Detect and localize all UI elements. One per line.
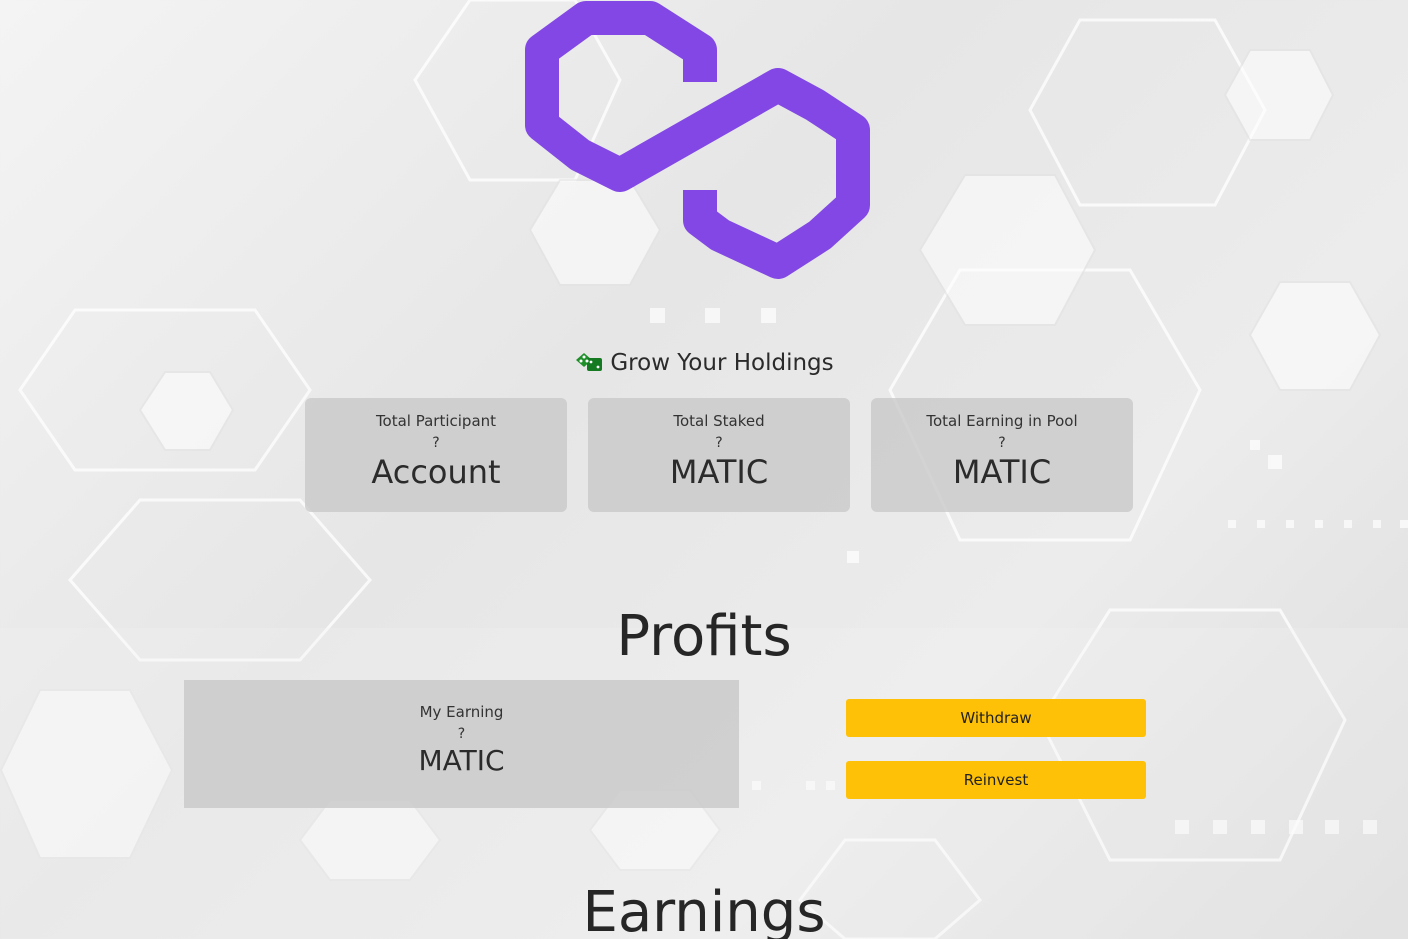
- earnings-heading: Earnings: [582, 880, 826, 939]
- stat-label: Total Participant: [375, 412, 497, 430]
- my-earning-card: My Earning ? MATIC: [184, 680, 739, 808]
- my-earning-value: ?: [457, 726, 466, 742]
- stat-value: ?: [998, 435, 1006, 451]
- stat-label: Total Staked: [673, 412, 765, 430]
- profits-heading: Profits: [616, 604, 792, 669]
- reinvest-button[interactable]: Reinvest: [846, 761, 1146, 799]
- polygon-logo: [525, 1, 870, 279]
- stat-card-total-staked: Total Staked ? MATIC: [588, 398, 850, 512]
- stat-card-total-participant: Total Participant ? Account: [305, 398, 567, 512]
- my-earning-label: My Earning: [419, 703, 504, 721]
- withdraw-button[interactable]: Withdraw: [846, 699, 1146, 737]
- grow-holdings-heading: Grow Your Holdings: [0, 350, 1408, 380]
- dice-icon: [574, 350, 604, 380]
- stat-card-total-earning-pool: Total Earning in Pool ? MATIC: [871, 398, 1133, 512]
- stat-value: ?: [715, 435, 723, 451]
- grow-holdings-text: Grow Your Holdings: [610, 350, 834, 376]
- stat-unit: Account: [371, 453, 501, 491]
- stat-value: ?: [432, 435, 440, 451]
- my-earning-unit: MATIC: [418, 744, 505, 777]
- stat-label: Total Earning in Pool: [926, 412, 1078, 430]
- stat-unit: MATIC: [952, 453, 1052, 491]
- stat-unit: MATIC: [669, 453, 769, 491]
